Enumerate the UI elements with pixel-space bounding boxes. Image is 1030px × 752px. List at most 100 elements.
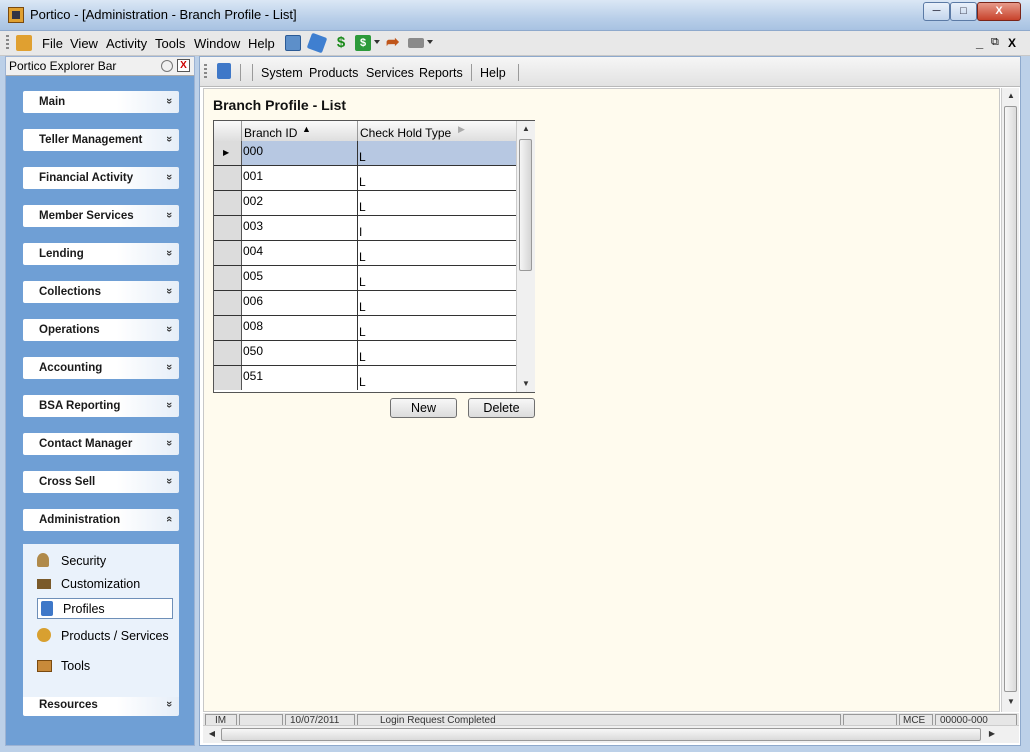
section-operations[interactable]: Operations » (23, 319, 179, 341)
cell-check-hold-type[interactable]: L (358, 291, 516, 315)
deposit-dropdown-icon[interactable] (374, 40, 380, 44)
main-scroll-thumb[interactable] (1004, 106, 1017, 692)
row-selector[interactable] (214, 291, 242, 315)
cell-branch-id[interactable]: 001 (242, 166, 358, 190)
deposit-icon[interactable]: $ (355, 35, 371, 51)
table-row[interactable]: 001 L (214, 166, 516, 191)
section-collections[interactable]: Collections » (23, 281, 179, 303)
maximize-button[interactable]: □ (950, 2, 977, 21)
menu-view[interactable]: View (70, 36, 98, 51)
section-main[interactable]: Main » (23, 91, 179, 113)
new-button[interactable]: New (390, 398, 457, 418)
table-row[interactable]: 050 L (214, 341, 516, 366)
section-cross-sell[interactable]: Cross Sell » (23, 471, 179, 493)
row-selector[interactable] (214, 266, 242, 290)
nav-system[interactable]: System (261, 66, 303, 80)
section-bsa-reporting[interactable]: BSA Reporting » (23, 395, 179, 417)
section-lending[interactable]: Lending » (23, 243, 179, 265)
admin-item-profiles[interactable]: Profiles (37, 598, 173, 619)
cell-check-hold-type[interactable]: L (358, 191, 516, 215)
cell-check-hold-type[interactable]: I (358, 216, 516, 240)
profile-icon[interactable] (217, 63, 231, 79)
cell-branch-id[interactable]: 005 (242, 266, 358, 290)
row-selector[interactable] (214, 341, 242, 365)
menu-file[interactable]: File (42, 36, 63, 51)
admin-item-security[interactable]: Security (37, 551, 173, 571)
cell-branch-id[interactable]: 006 (242, 291, 358, 315)
row-selector[interactable] (214, 216, 242, 240)
menu-activity[interactable]: Activity (106, 36, 147, 51)
forward-arrow-icon[interactable]: ➦ (386, 35, 402, 51)
scroll-up-icon[interactable]: ▲ (1002, 88, 1020, 104)
row-selector[interactable] (214, 166, 242, 190)
row-selector[interactable] (214, 241, 242, 265)
grid-vertical-scrollbar[interactable]: ▲ ▼ (516, 121, 535, 392)
main-vertical-scrollbar[interactable]: ▲ ▼ (1001, 88, 1019, 712)
admin-item-customization[interactable]: Customization (37, 574, 173, 594)
portico-menu-icon[interactable] (16, 35, 32, 51)
column-header-check-hold-type[interactable]: Check Hold Type ▶ (358, 121, 516, 141)
scroll-down-icon[interactable]: ▼ (1002, 694, 1020, 710)
admin-item-tools[interactable]: Tools (37, 656, 173, 676)
nav-reports[interactable]: Reports (419, 66, 463, 80)
section-administration[interactable]: Administration « (23, 509, 179, 531)
section-financial-activity[interactable]: Financial Activity » (23, 167, 179, 189)
section-teller-management[interactable]: Teller Management » (23, 129, 179, 151)
cell-branch-id[interactable]: 000 (242, 141, 358, 165)
delete-button[interactable]: Delete (468, 398, 535, 418)
network-icon[interactable] (285, 35, 301, 51)
cell-check-hold-type[interactable]: L (358, 316, 516, 340)
cell-check-hold-type[interactable]: L (358, 266, 516, 290)
cell-check-hold-type[interactable]: L (358, 141, 516, 165)
toolbar-grip[interactable] (204, 64, 207, 80)
section-contact-manager[interactable]: Contact Manager » (23, 433, 179, 455)
admin-item-products-services[interactable]: Products / Services (37, 626, 173, 646)
menu-help[interactable]: Help (248, 36, 275, 51)
column-header-branch-id[interactable]: Branch ID ▲ (242, 121, 358, 141)
scroll-down-icon[interactable]: ▼ (517, 376, 535, 392)
transfer-icon[interactable] (306, 32, 328, 54)
table-row[interactable]: 006 L (214, 291, 516, 316)
horizontal-scroll-thumb[interactable] (221, 728, 981, 741)
printer-icon[interactable] (408, 38, 424, 48)
section-resources[interactable]: Resources » (23, 694, 179, 716)
section-accounting[interactable]: Accounting » (23, 357, 179, 379)
table-row[interactable]: 003 I (214, 216, 516, 241)
cell-check-hold-type[interactable]: L (358, 341, 516, 365)
pin-icon[interactable] (161, 60, 173, 72)
mdi-minimize-button[interactable]: _ (976, 35, 983, 50)
row-selector[interactable] (214, 366, 242, 390)
dollar-icon[interactable]: $ (333, 35, 349, 51)
cell-branch-id[interactable]: 003 (242, 216, 358, 240)
mdi-restore-button[interactable]: ⧉ (991, 36, 999, 49)
cell-branch-id[interactable]: 051 (242, 366, 358, 390)
explorer-close-button[interactable]: X (177, 59, 190, 72)
scroll-left-icon[interactable]: ◀ (203, 726, 221, 742)
main-horizontal-scrollbar[interactable]: ◀ ▶ (203, 725, 1019, 743)
printer-dropdown-icon[interactable] (427, 40, 433, 44)
table-row[interactable]: ▶ 000 L (214, 141, 516, 166)
close-button[interactable]: X (977, 2, 1021, 21)
nav-help[interactable]: Help (480, 66, 506, 80)
cell-branch-id[interactable]: 004 (242, 241, 358, 265)
cell-check-hold-type[interactable]: L (358, 366, 516, 390)
scroll-up-icon[interactable]: ▲ (517, 121, 535, 137)
portico-app-icon[interactable] (8, 7, 24, 23)
menu-tools[interactable]: Tools (155, 36, 185, 51)
row-selector[interactable] (214, 191, 242, 215)
section-member-services[interactable]: Member Services » (23, 205, 179, 227)
row-selector[interactable] (214, 316, 242, 340)
nav-services[interactable]: Services (366, 66, 414, 80)
menu-window[interactable]: Window (194, 36, 240, 51)
table-row[interactable]: 005 L (214, 266, 516, 291)
table-row[interactable]: 002 L (214, 191, 516, 216)
cell-branch-id[interactable]: 050 (242, 341, 358, 365)
table-row[interactable]: 004 L (214, 241, 516, 266)
cell-branch-id[interactable]: 008 (242, 316, 358, 340)
cell-branch-id[interactable]: 002 (242, 191, 358, 215)
minimize-button[interactable]: ─ (923, 2, 950, 21)
mdi-close-button[interactable]: X (1008, 36, 1016, 50)
nav-products[interactable]: Products (309, 66, 358, 80)
scroll-right-icon[interactable]: ▶ (983, 726, 1001, 742)
menu-grip[interactable] (6, 35, 9, 51)
